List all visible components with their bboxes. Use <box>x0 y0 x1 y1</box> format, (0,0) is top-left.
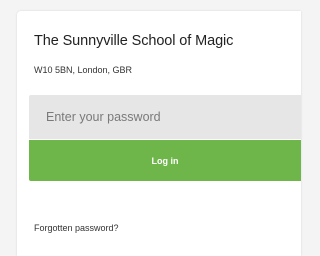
login-card: The Sunnyville School of Magic W10 5BN, … <box>17 11 301 256</box>
forgot-password-link[interactable]: Forgotten password? <box>34 223 119 233</box>
login-button[interactable]: Log in <box>29 140 301 181</box>
school-name: The Sunnyville School of Magic <box>34 33 234 49</box>
password-field[interactable] <box>29 95 301 139</box>
school-address: W10 5BN, London, GBR <box>34 65 133 75</box>
